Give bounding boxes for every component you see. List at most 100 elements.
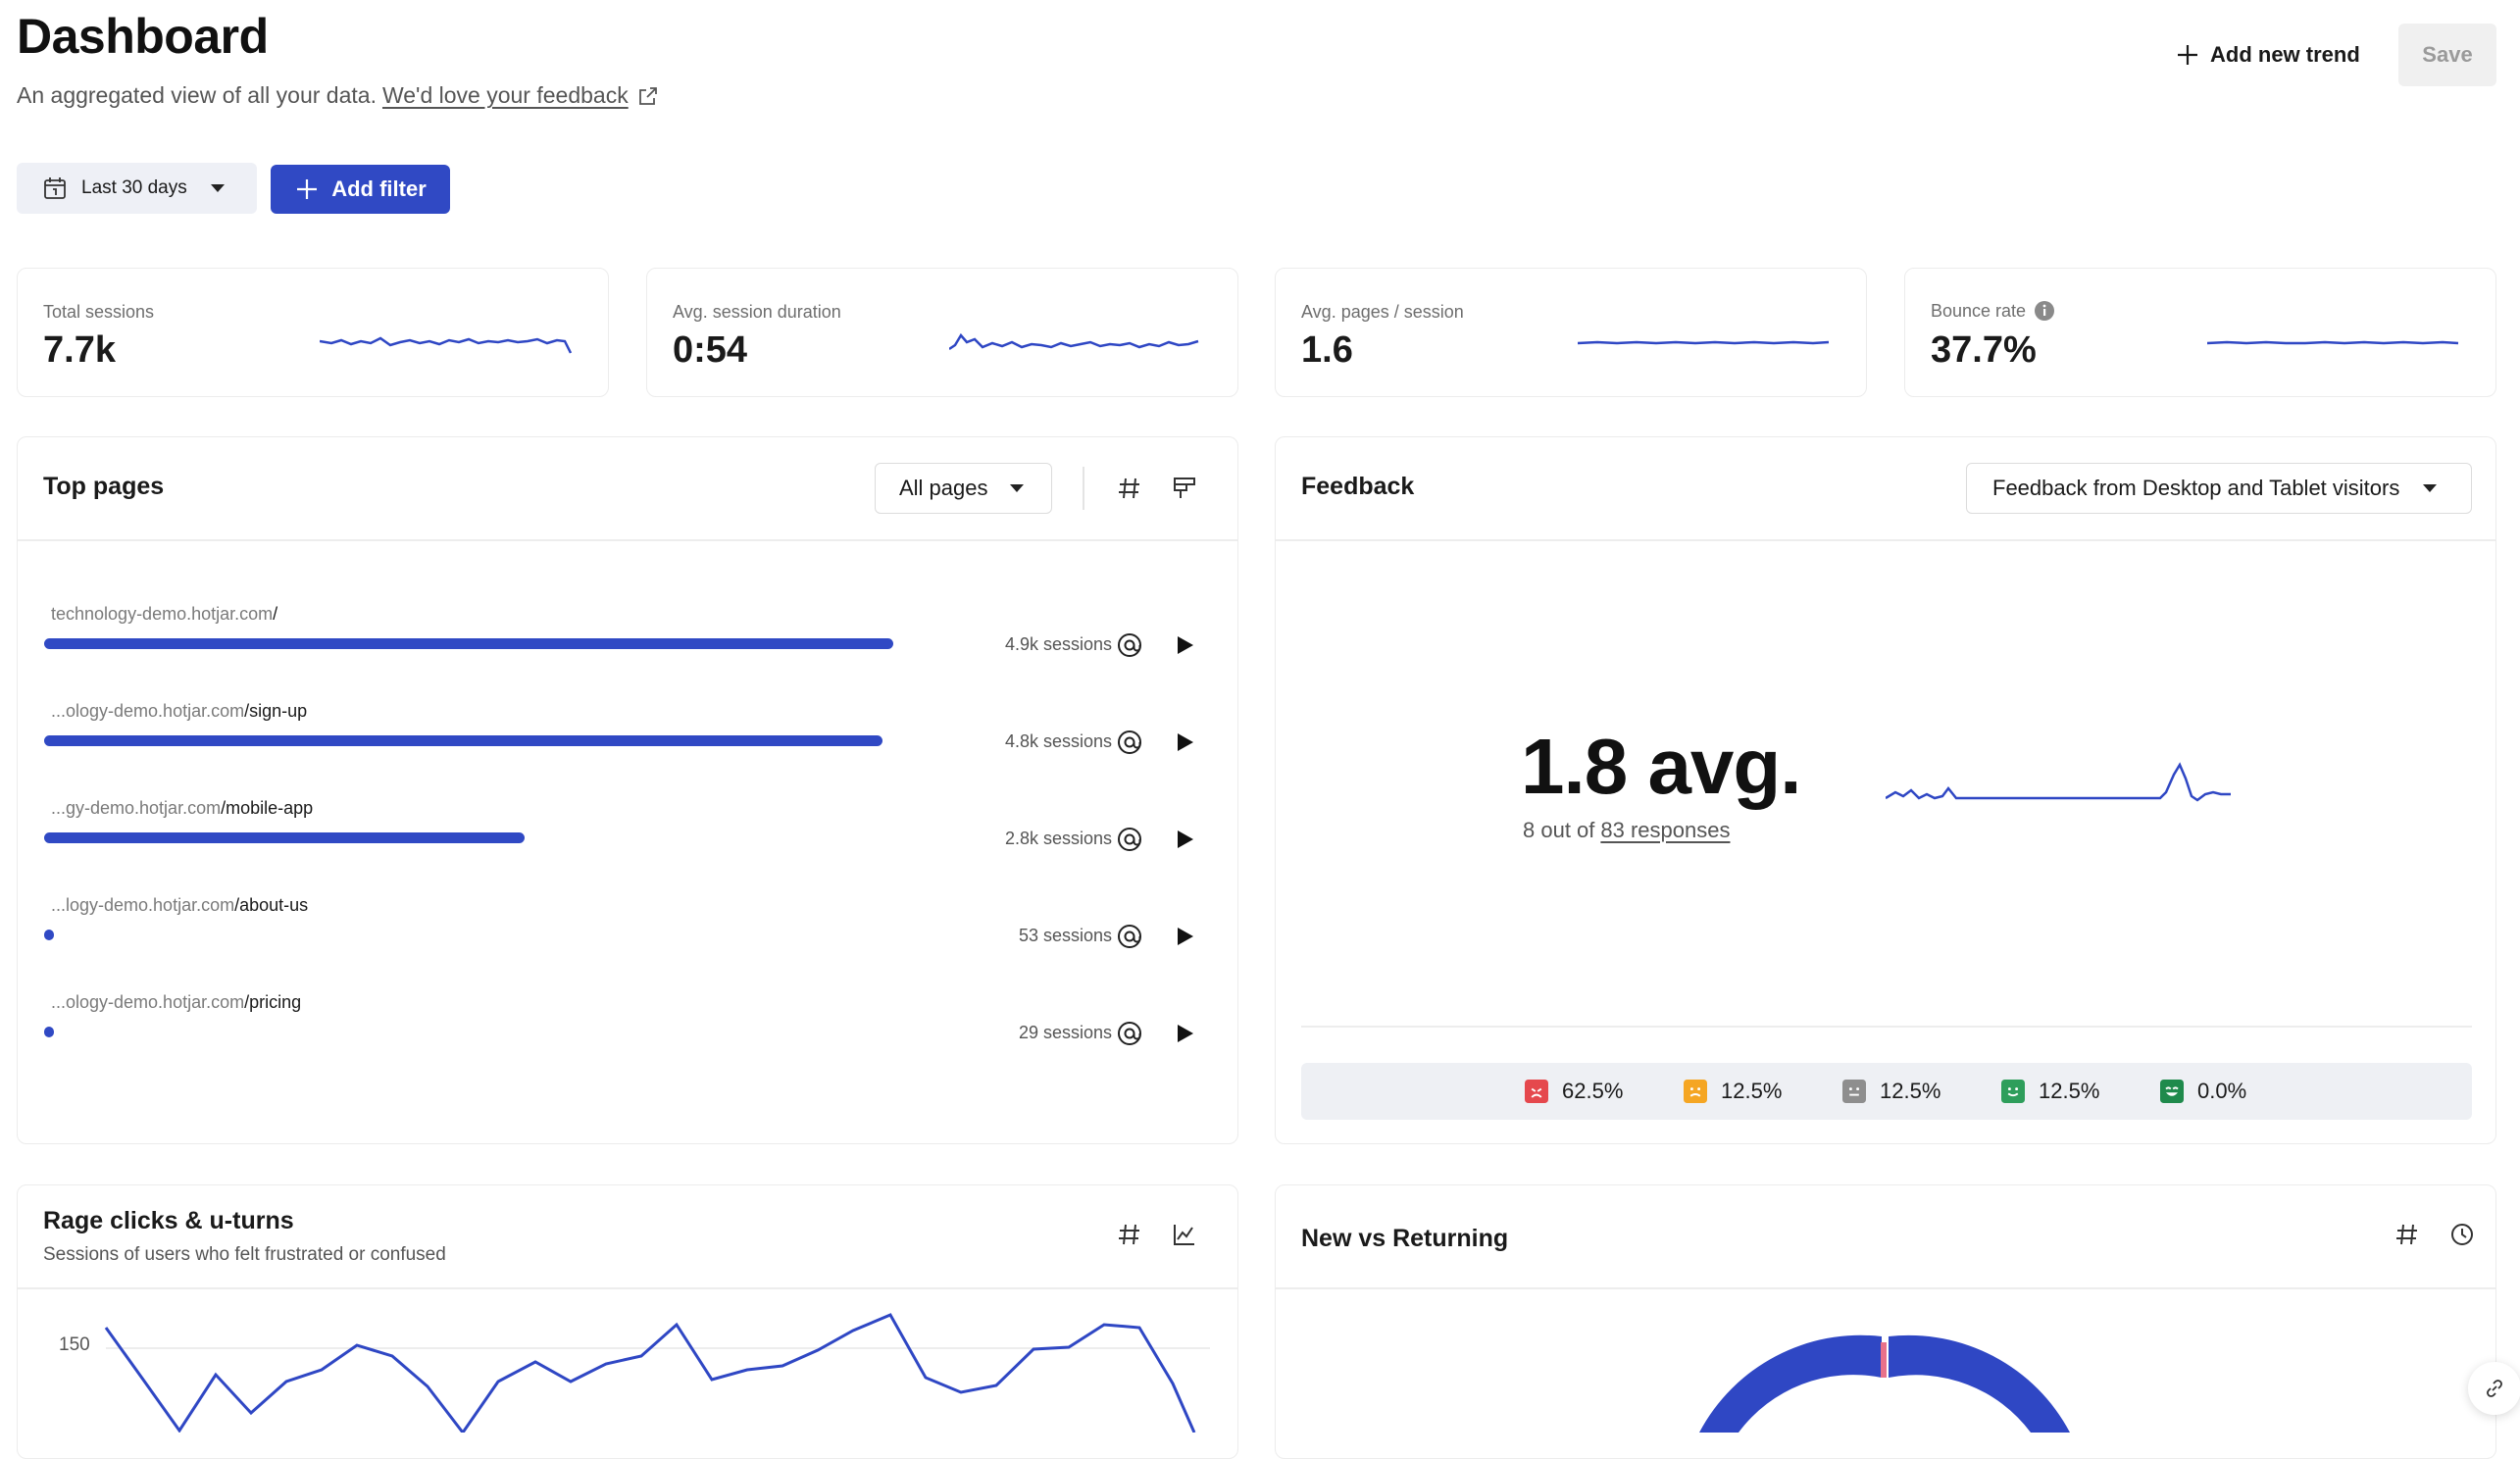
feedback-sparkline <box>1886 762 2231 802</box>
feedback-title: Feedback <box>1301 473 1415 500</box>
rating-percentage: 62.5% <box>1562 1079 1624 1103</box>
page-sessions-count: 4.8k sessions <box>1004 731 1112 751</box>
responses-prefix: 8 out of <box>1523 818 1595 842</box>
neutral-face-icon <box>1842 1080 1866 1103</box>
page-subtitle: An aggregated view of all your data. <box>17 82 377 108</box>
page-sessions-count: 2.8k sessions <box>1004 829 1112 848</box>
rating-percentage: 12.5% <box>2039 1079 2100 1103</box>
top-page-row[interactable]: technology-demo.hotjar.com/4.9k sessions <box>18 604 1239 682</box>
rating-item: 12.5% <box>1684 1079 1842 1104</box>
feedback-ratings-bar: 62.5% 12.5% 12.5% 12.5% 0.0% <box>1301 1063 2472 1120</box>
metric-card-total-sessions[interactable]: Total sessions 7.7k <box>17 268 609 397</box>
metric-label: Bounce rate <box>1931 300 2027 321</box>
add-filter-label: Add filter <box>331 176 427 201</box>
page-path: /mobile-app <box>221 798 314 818</box>
metric-card-avg-session-duration[interactable]: Avg. session duration 0:54 <box>646 268 1238 397</box>
like-face-icon <box>2001 1080 2025 1103</box>
play-recording-icon[interactable] <box>1165 1014 1204 1053</box>
metric-label: Avg. pages / session <box>1301 302 1464 322</box>
rating-item: 12.5% <box>1842 1079 2001 1104</box>
page-title: Dashboard <box>17 9 269 64</box>
hash-icon[interactable] <box>1110 469 1149 508</box>
page-domain: technology-demo.hotjar.com <box>51 604 274 624</box>
metric-label: Total sessions <box>43 302 155 322</box>
heatmap-icon[interactable] <box>1110 626 1149 665</box>
add-new-trend-button[interactable]: Add new trend <box>2175 33 2360 76</box>
responses-link[interactable]: 83 responses <box>1600 818 1730 843</box>
date-range-label: Last 30 days <box>81 177 187 198</box>
metric-label-row: Bounce rate <box>1931 300 2055 322</box>
feedback-link[interactable]: We'd love your feedback <box>382 82 629 109</box>
play-recording-icon[interactable] <box>1165 820 1204 859</box>
top-page-row[interactable]: ...ology-demo.hotjar.com/pricing 29 sessi… <box>18 992 1239 1071</box>
play-recording-icon[interactable] <box>1165 917 1204 956</box>
plus-icon <box>294 176 320 202</box>
save-button[interactable]: Save <box>2398 24 2496 86</box>
sparkline <box>1578 340 1830 345</box>
dislike-face-icon <box>1684 1080 1707 1103</box>
rating-percentage: 0.0% <box>2197 1079 2247 1103</box>
page-url: ...ology-demo.hotjar.com/sign-up <box>51 701 307 722</box>
plus-icon <box>2175 42 2200 68</box>
love-face-icon <box>2160 1080 2184 1103</box>
rage-clicks-card: Rage clicks & u-turns Sessions of users … <box>17 1184 1238 1459</box>
copy-link-button[interactable] <box>2468 1362 2520 1415</box>
page-domain: ...logy-demo.hotjar.com <box>51 895 235 915</box>
play-recording-icon[interactable] <box>1165 626 1204 665</box>
page-url: ...logy-demo.hotjar.com/about-us <box>51 895 308 916</box>
divider <box>1276 539 2495 541</box>
page-path: /sign-up <box>244 701 308 721</box>
feedback-source-dropdown[interactable]: Feedback from Desktop and Tablet visitor… <box>1966 463 2472 514</box>
sparkline <box>2207 340 2459 345</box>
rating-item: 12.5% <box>2001 1079 2160 1104</box>
donut-segment-new <box>1699 1334 1882 1433</box>
external-link-icon[interactable] <box>636 84 660 108</box>
metric-value: 0:54 <box>673 329 748 371</box>
page-sessions-bar <box>44 832 526 843</box>
page-url: ...ology-demo.hotjar.com/pricing <box>51 992 301 1013</box>
add-filter-button[interactable]: Add filter <box>271 165 450 214</box>
page-path: /pricing <box>244 992 302 1012</box>
page-subtitle-row: An aggregated view of all your data. We'… <box>17 82 660 109</box>
donut-segment-returning <box>1889 1334 2070 1433</box>
date-range-dropdown[interactable]: Last 30 days <box>17 163 257 214</box>
play-recording-icon[interactable] <box>1165 723 1204 762</box>
top-page-row[interactable]: ...gy-demo.hotjar.com/mobile-app 2.8k ses… <box>18 798 1239 877</box>
page-url: ...gy-demo.hotjar.com/mobile-app <box>51 798 313 819</box>
page-sessions-bar <box>44 1027 54 1037</box>
page-sessions-bar <box>44 930 54 940</box>
top-page-row[interactable]: ...ology-demo.hotjar.com/sign-up 4.8k ses… <box>18 701 1239 780</box>
donut-segment-other <box>1881 1342 1887 1378</box>
top-pages-title: Top pages <box>43 473 165 500</box>
page-path: / <box>273 604 278 624</box>
heatmap-icon[interactable] <box>1110 820 1149 859</box>
rage-clicks-chart <box>104 1313 1196 1433</box>
page-domain: ...gy-demo.hotjar.com <box>51 798 222 818</box>
heatmap-icon[interactable] <box>1110 723 1149 762</box>
link-icon <box>2484 1378 2505 1399</box>
rating-percentage: 12.5% <box>1880 1079 1941 1103</box>
metric-card-bounce-rate[interactable]: Bounce rate 37.7% <box>1904 268 2496 397</box>
metric-card-avg-pages-per-session[interactable]: Avg. pages / session 1.6 <box>1275 268 1867 397</box>
page-domain: ...ology-demo.hotjar.com <box>51 992 245 1012</box>
rating-item: 0.0% <box>2160 1079 2319 1104</box>
pages-filter-dropdown[interactable]: All pages <box>875 463 1052 514</box>
top-page-row[interactable]: ...logy-demo.hotjar.com/about-us 53 sessi… <box>18 895 1239 974</box>
sparkline <box>320 336 573 354</box>
metric-value: 1.6 <box>1301 329 1353 371</box>
caret-down-icon <box>1008 482 1026 494</box>
caret-down-icon <box>209 182 227 194</box>
metric-label: Avg. session duration <box>673 302 841 322</box>
calendar-icon <box>42 176 68 201</box>
hate-face-icon <box>1525 1080 1548 1103</box>
metric-value: 7.7k <box>43 329 116 371</box>
page-sessions-count: 4.9k sessions <box>1004 634 1112 654</box>
info-icon[interactable] <box>2034 300 2055 322</box>
heatmap-icon[interactable] <box>1110 1014 1149 1053</box>
bar-chart-icon[interactable] <box>1165 469 1204 508</box>
feedback-source-label: Feedback from Desktop and Tablet visitor… <box>1992 476 2400 500</box>
heatmap-icon[interactable] <box>1110 917 1149 956</box>
rating-percentage: 12.5% <box>1721 1079 1783 1103</box>
page-domain: ...ology-demo.hotjar.com <box>51 701 245 721</box>
page-url: technology-demo.hotjar.com/ <box>51 604 277 625</box>
